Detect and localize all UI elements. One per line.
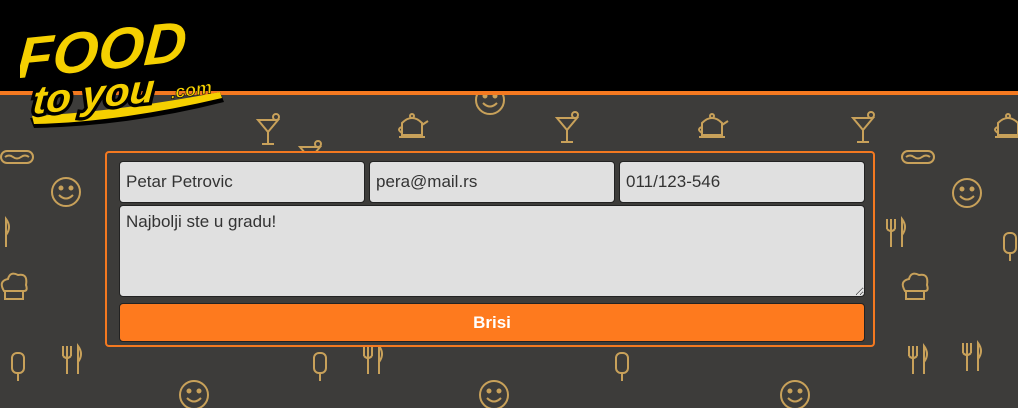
email-field[interactable] xyxy=(369,161,615,203)
contact-form-panel: Najbolji ste u gradu! Brisi xyxy=(105,151,875,347)
phone-field[interactable] xyxy=(619,161,865,203)
message-textarea[interactable]: Najbolji ste u gradu! xyxy=(119,205,865,297)
brand-logo[interactable]: FOOD FOOD to you to you .com xyxy=(11,0,240,135)
delete-button[interactable]: Brisi xyxy=(119,303,865,342)
name-field[interactable] xyxy=(119,161,365,203)
